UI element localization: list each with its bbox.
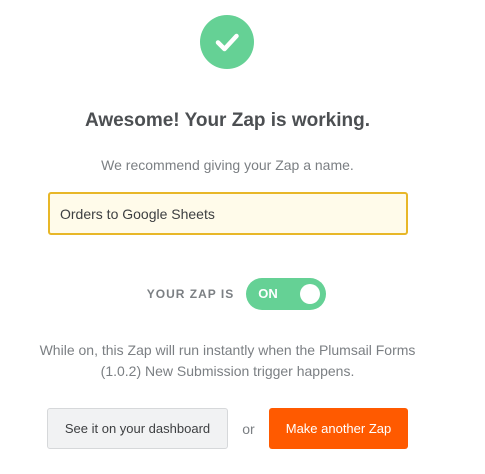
zap-name-input[interactable] <box>48 192 408 235</box>
name-prompt: We recommend giving your Zap a name. <box>101 157 354 173</box>
checkmark-glyph <box>215 33 239 52</box>
zap-run-description: While on, this Zap will run instantly wh… <box>39 342 416 379</box>
dashboard-button[interactable]: See it on your dashboard <box>47 408 228 449</box>
make-another-zap-button[interactable]: Make another Zap <box>269 408 408 449</box>
toggle-knob <box>300 284 321 304</box>
toggle-state-text: ON <box>258 286 278 301</box>
action-buttons: See it on your dashboard or Make another… <box>47 408 408 449</box>
zap-success-panel: Awesome! Your Zap is working. We recomme… <box>0 0 485 474</box>
checkmark-icon <box>200 15 254 69</box>
zap-status-row: YOUR ZAP IS ON <box>0 278 455 310</box>
page-title: Awesome! Your Zap is working. <box>84 110 371 131</box>
or-separator: or <box>242 420 255 437</box>
zap-status-label: YOUR ZAP IS <box>146 287 235 301</box>
zap-on-off-toggle[interactable]: ON <box>246 278 327 310</box>
